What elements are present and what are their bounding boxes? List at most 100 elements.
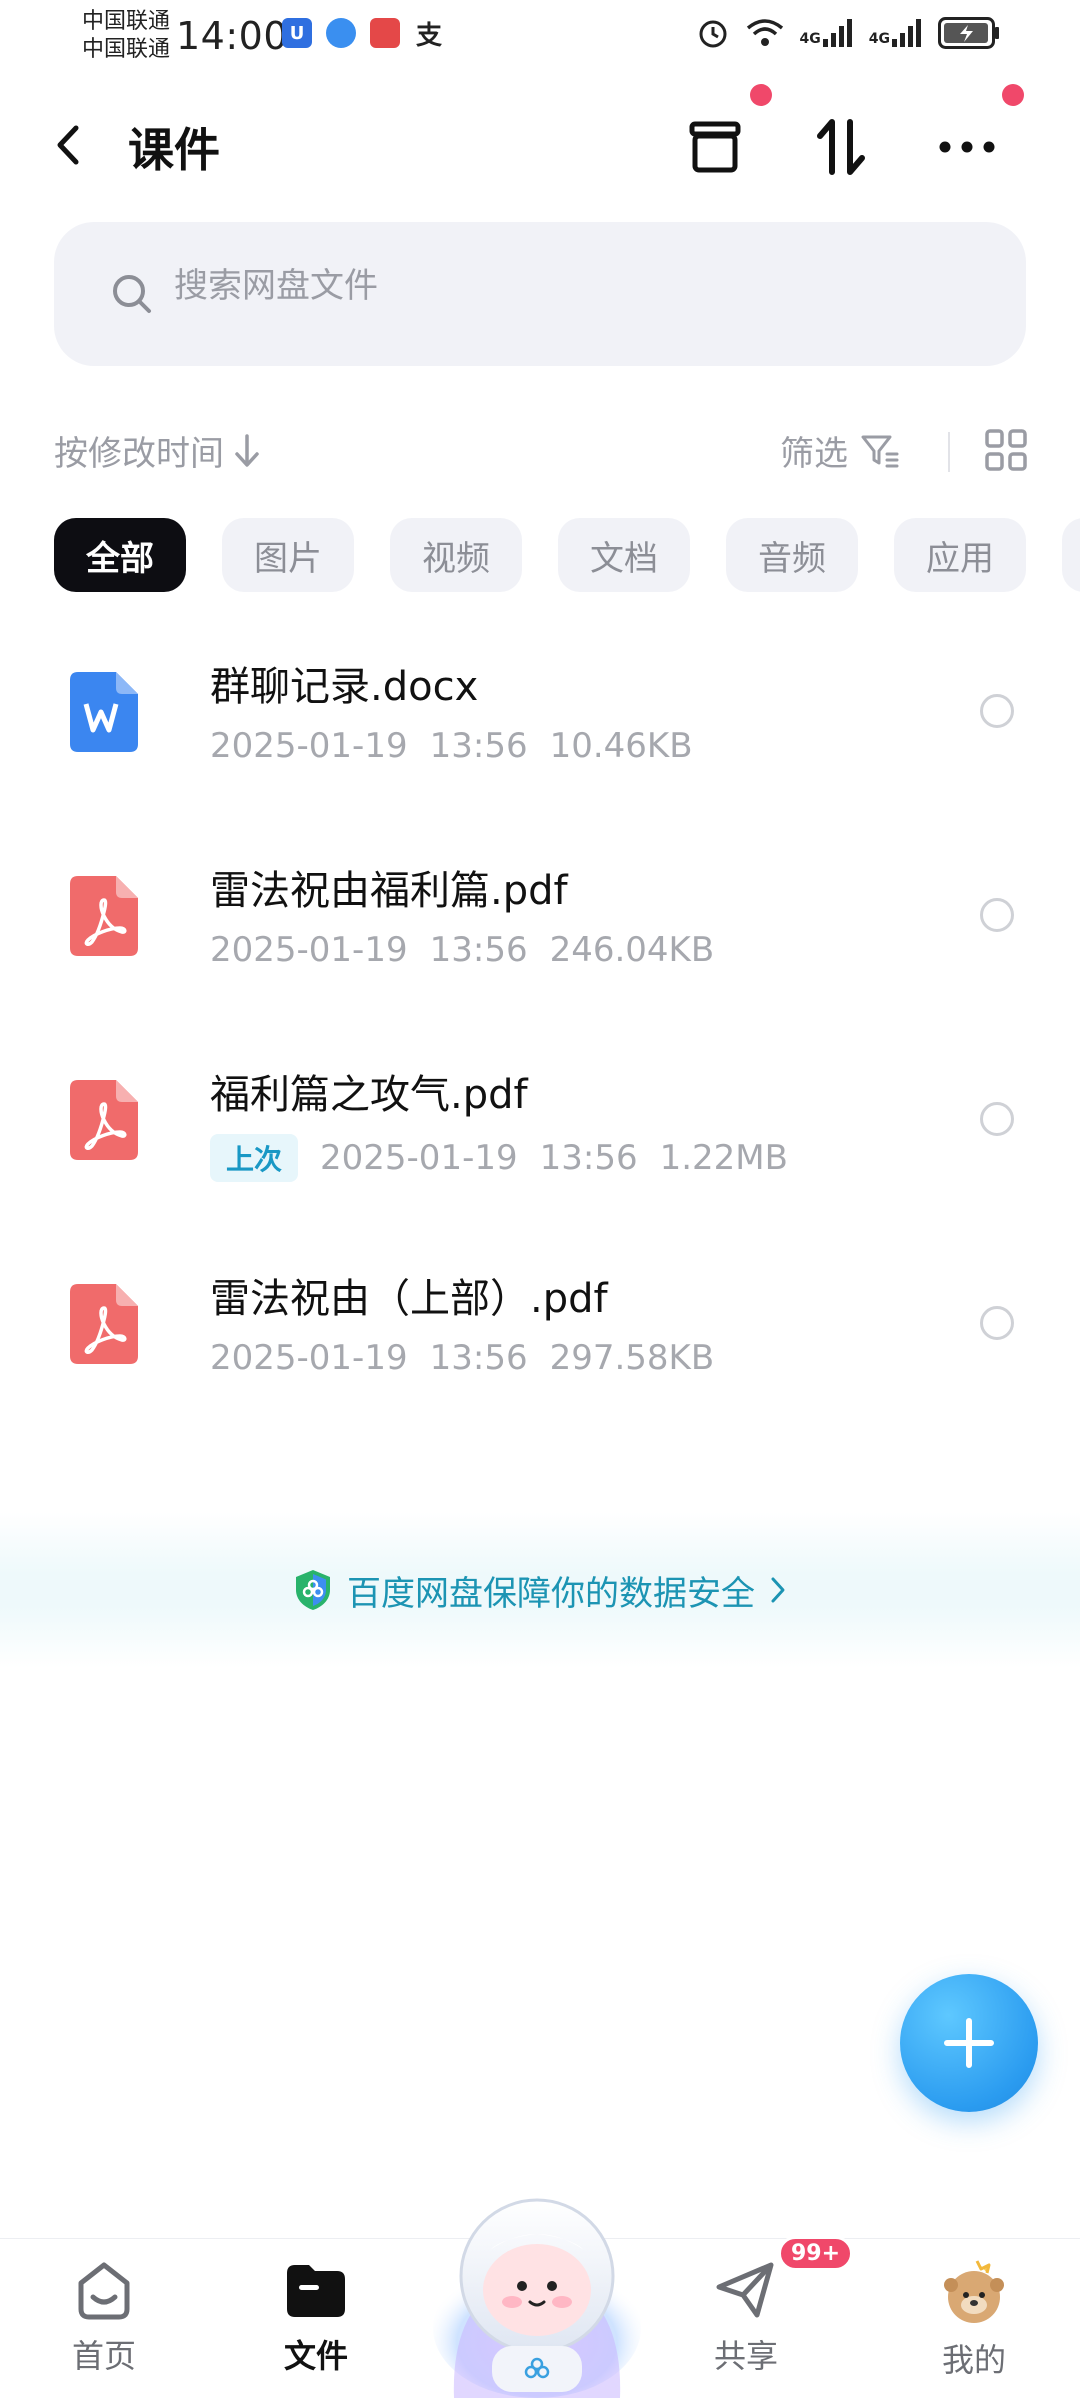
archive-box-icon bbox=[689, 121, 741, 173]
chip-apps[interactable]: 应用 bbox=[894, 518, 1026, 592]
system-icons: 4G 4G bbox=[696, 16, 1000, 50]
word-icon bbox=[70, 672, 138, 752]
file-date: 2025-01-19 bbox=[210, 1338, 408, 1378]
clock: 14:00 bbox=[176, 14, 289, 58]
arrow-down-icon bbox=[235, 433, 259, 467]
add-button[interactable] bbox=[900, 1974, 1038, 2112]
chip-audio[interactable]: 音频 bbox=[726, 518, 858, 592]
globe-icon bbox=[326, 18, 356, 48]
signal-icon-2: 4G bbox=[869, 19, 922, 47]
tab-share-label: 共享 bbox=[713, 2337, 778, 2375]
file-row[interactable]: 群聊记录.docx 2025-01-19 13:56 10.46KB bbox=[0, 636, 1080, 836]
chip-images[interactable]: 图片 bbox=[222, 518, 354, 592]
alipay-icon: 支 bbox=[415, 20, 442, 51]
wifi-icon bbox=[746, 19, 783, 46]
app-header: 课件 bbox=[0, 84, 1080, 190]
plus-icon bbox=[944, 2018, 994, 2068]
search-icon bbox=[113, 275, 151, 313]
security-banner[interactable]: 百度网盘保障你的数据安全 bbox=[0, 1512, 1080, 1668]
status-bar: 中国联通 中国联通 14:00 U 支 4G 4G bbox=[0, 0, 1080, 72]
select-radio[interactable] bbox=[980, 694, 1014, 728]
security-link[interactable]: 百度网盘保障你的数据安全 bbox=[293, 1566, 787, 1615]
file-date: 2025-01-19 bbox=[210, 726, 408, 766]
notification-icons: U 支 bbox=[282, 18, 444, 51]
file-time: 13:56 bbox=[539, 1138, 638, 1178]
pdf-icon bbox=[70, 876, 138, 956]
file-row[interactable]: 雷法祝由福利篇.pdf 2025-01-19 13:56 246.04KB bbox=[0, 840, 1080, 1040]
avatar-icon bbox=[944, 2260, 1004, 2323]
select-radio[interactable] bbox=[980, 898, 1014, 932]
file-name: 福利篇之攻气.pdf bbox=[210, 1072, 528, 1118]
transfer-list-button[interactable] bbox=[680, 112, 750, 182]
chevron-right-icon bbox=[771, 1577, 785, 1603]
tab-home[interactable]: 首页 bbox=[44, 2259, 164, 2389]
search-input[interactable] bbox=[174, 266, 974, 306]
carrier-1: 中国联通 bbox=[82, 9, 171, 34]
send-icon bbox=[716, 2262, 774, 2318]
more-button[interactable] bbox=[932, 112, 1002, 182]
grid-view-button[interactable] bbox=[984, 428, 1028, 476]
chip-all[interactable]: 全部 bbox=[54, 518, 186, 592]
tab-mine-label: 我的 bbox=[941, 2341, 1006, 2379]
pdf-icon bbox=[70, 1080, 138, 1160]
category-chips: 全部 图片 视频 文档 音频 应用 bbox=[54, 518, 1026, 592]
file-name: 雷法祝由福利篇.pdf bbox=[210, 868, 568, 914]
tab-mine[interactable]: 我的 bbox=[914, 2259, 1034, 2389]
notification-dot bbox=[1002, 84, 1024, 106]
notification-dot bbox=[750, 84, 772, 106]
tab-files[interactable]: 文件 bbox=[256, 2259, 376, 2389]
carrier-2: 中国联通 bbox=[82, 37, 171, 62]
notification-app-icon: U bbox=[282, 18, 312, 48]
share-count-badge: 99+ bbox=[778, 2236, 854, 2271]
file-meta: 2025-01-19 13:56 297.58KB bbox=[210, 1338, 714, 1378]
select-radio[interactable] bbox=[980, 1306, 1014, 1340]
sort-row: 按修改时间 筛选 bbox=[0, 420, 1080, 480]
tab-share[interactable]: 共享 bbox=[686, 2259, 806, 2389]
alarm-icon bbox=[699, 20, 727, 48]
filter-button[interactable]: 筛选 bbox=[780, 426, 900, 475]
divider bbox=[948, 432, 950, 472]
filter-icon bbox=[861, 435, 899, 467]
select-radio[interactable] bbox=[980, 1102, 1014, 1136]
file-size: 10.46KB bbox=[549, 726, 693, 766]
file-name: 群聊记录.docx bbox=[210, 664, 479, 710]
back-button[interactable] bbox=[50, 120, 90, 170]
sort-label: 按修改时间 bbox=[54, 434, 224, 474]
page-title: 课件 bbox=[128, 123, 220, 177]
grid-icon bbox=[985, 429, 1027, 471]
shield-icon bbox=[296, 1570, 330, 1610]
home-icon bbox=[78, 2262, 130, 2320]
mascot-assistant-button[interactable] bbox=[432, 2178, 642, 2400]
chevron-left-icon bbox=[57, 125, 79, 165]
file-time: 13:56 bbox=[429, 930, 528, 970]
chip-more[interactable] bbox=[1062, 518, 1080, 592]
file-size: 246.04KB bbox=[549, 930, 715, 970]
more-dots-icon bbox=[939, 141, 995, 153]
chip-videos[interactable]: 视频 bbox=[390, 518, 522, 592]
last-opened-badge: 上次 bbox=[210, 1134, 299, 1182]
file-size: 1.22MB bbox=[659, 1138, 788, 1178]
signal-icon-1: 4G bbox=[800, 19, 853, 47]
tab-files-label: 文件 bbox=[283, 2337, 348, 2375]
search-bar[interactable] bbox=[54, 222, 1026, 366]
chip-documents[interactable]: 文档 bbox=[558, 518, 690, 592]
battery-icon bbox=[938, 17, 999, 49]
book-icon bbox=[370, 18, 400, 48]
file-row[interactable]: 福利篇之攻气.pdf 上次 2025-01-19 13:56 1.22MB bbox=[0, 1044, 1080, 1244]
carrier-info: 中国联通 中国联通 bbox=[82, 8, 170, 64]
file-meta: 2025-01-19 13:56 10.46KB bbox=[210, 726, 693, 766]
security-text: 百度网盘保障你的数据安全 bbox=[347, 1573, 755, 1614]
filter-label: 筛选 bbox=[780, 434, 848, 474]
sort-arrows-icon bbox=[817, 119, 865, 175]
file-date: 2025-01-19 bbox=[210, 930, 408, 970]
file-meta: 2025-01-19 13:56 246.04KB bbox=[210, 930, 714, 970]
file-meta: 上次 2025-01-19 13:56 1.22MB bbox=[210, 1134, 788, 1182]
file-time: 13:56 bbox=[429, 1338, 528, 1378]
sort-button[interactable] bbox=[806, 112, 876, 182]
file-time: 13:56 bbox=[429, 726, 528, 766]
sort-by-modified-button[interactable]: 按修改时间 bbox=[54, 426, 260, 475]
mascot-icon bbox=[433, 2198, 641, 2398]
pdf-icon bbox=[70, 1284, 138, 1364]
file-name: 雷法祝由（上部）.pdf bbox=[210, 1276, 608, 1322]
file-row[interactable]: 雷法祝由（上部）.pdf 2025-01-19 13:56 297.58KB bbox=[0, 1248, 1080, 1448]
